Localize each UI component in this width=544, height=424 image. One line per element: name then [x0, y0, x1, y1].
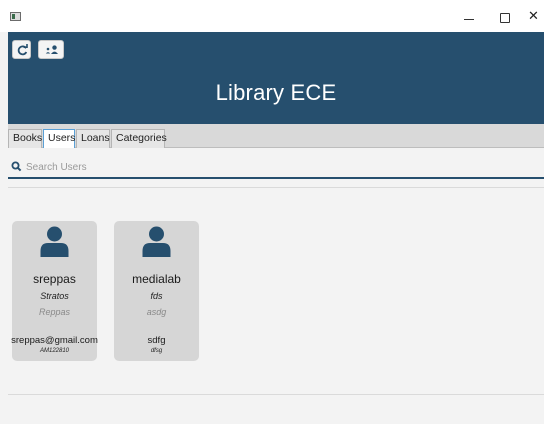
user-last-name: Reppas — [38, 307, 71, 317]
tab-users[interactable]: Users — [43, 129, 75, 148]
page-title: Library ECE — [215, 80, 337, 105]
search-bar — [8, 156, 544, 178]
user-avatar-icon — [142, 226, 171, 257]
maximize-button[interactable] — [490, 7, 520, 27]
users-icon — [45, 45, 58, 54]
search-icon — [11, 161, 22, 172]
tab-loans[interactable]: Loans — [76, 129, 110, 148]
minimize-button[interactable] — [454, 7, 484, 27]
app-icon — [10, 12, 21, 21]
user-card[interactable]: medialab fds asdg sdfg dfsg — [114, 221, 199, 361]
search-input[interactable] — [26, 158, 536, 176]
refresh-icon — [17, 44, 28, 56]
user-am: AM122810 — [39, 348, 70, 354]
users-button[interactable] — [38, 40, 64, 59]
user-email: sdfg — [147, 335, 166, 346]
user-last-name: asdg — [146, 307, 167, 317]
tab-books[interactable]: Books — [8, 129, 42, 148]
user-email: sreppas@gmail.com — [11, 335, 98, 346]
user-card[interactable]: sreppas Stratos Reppas sreppas@gmail.com… — [11, 221, 98, 361]
user-username: sreppas — [33, 272, 76, 286]
user-avatar-icon — [40, 226, 69, 257]
users-panel: sreppas Stratos Reppas sreppas@gmail.com… — [8, 148, 544, 394]
status-footer — [8, 394, 544, 424]
maximize-icon — [500, 13, 510, 23]
user-first-name: Stratos — [40, 291, 69, 301]
tab-categories[interactable]: Categories — [111, 129, 167, 148]
tab-bar: Books Users Loans Categories — [8, 124, 544, 148]
user-username: medialab — [132, 272, 181, 286]
divider — [8, 187, 544, 188]
app-header: Library ECE — [8, 32, 544, 124]
close-button[interactable]: ✕ — [528, 7, 544, 27]
app-window: ✕ Library ECE Books Users Loans Categori… — [0, 0, 544, 424]
search-underline — [8, 177, 544, 179]
title-bar: ✕ — [0, 0, 544, 32]
minimize-icon — [464, 19, 474, 20]
user-am: dfsg — [150, 348, 163, 354]
refresh-button[interactable] — [12, 40, 31, 59]
user-first-name: fds — [150, 291, 163, 301]
